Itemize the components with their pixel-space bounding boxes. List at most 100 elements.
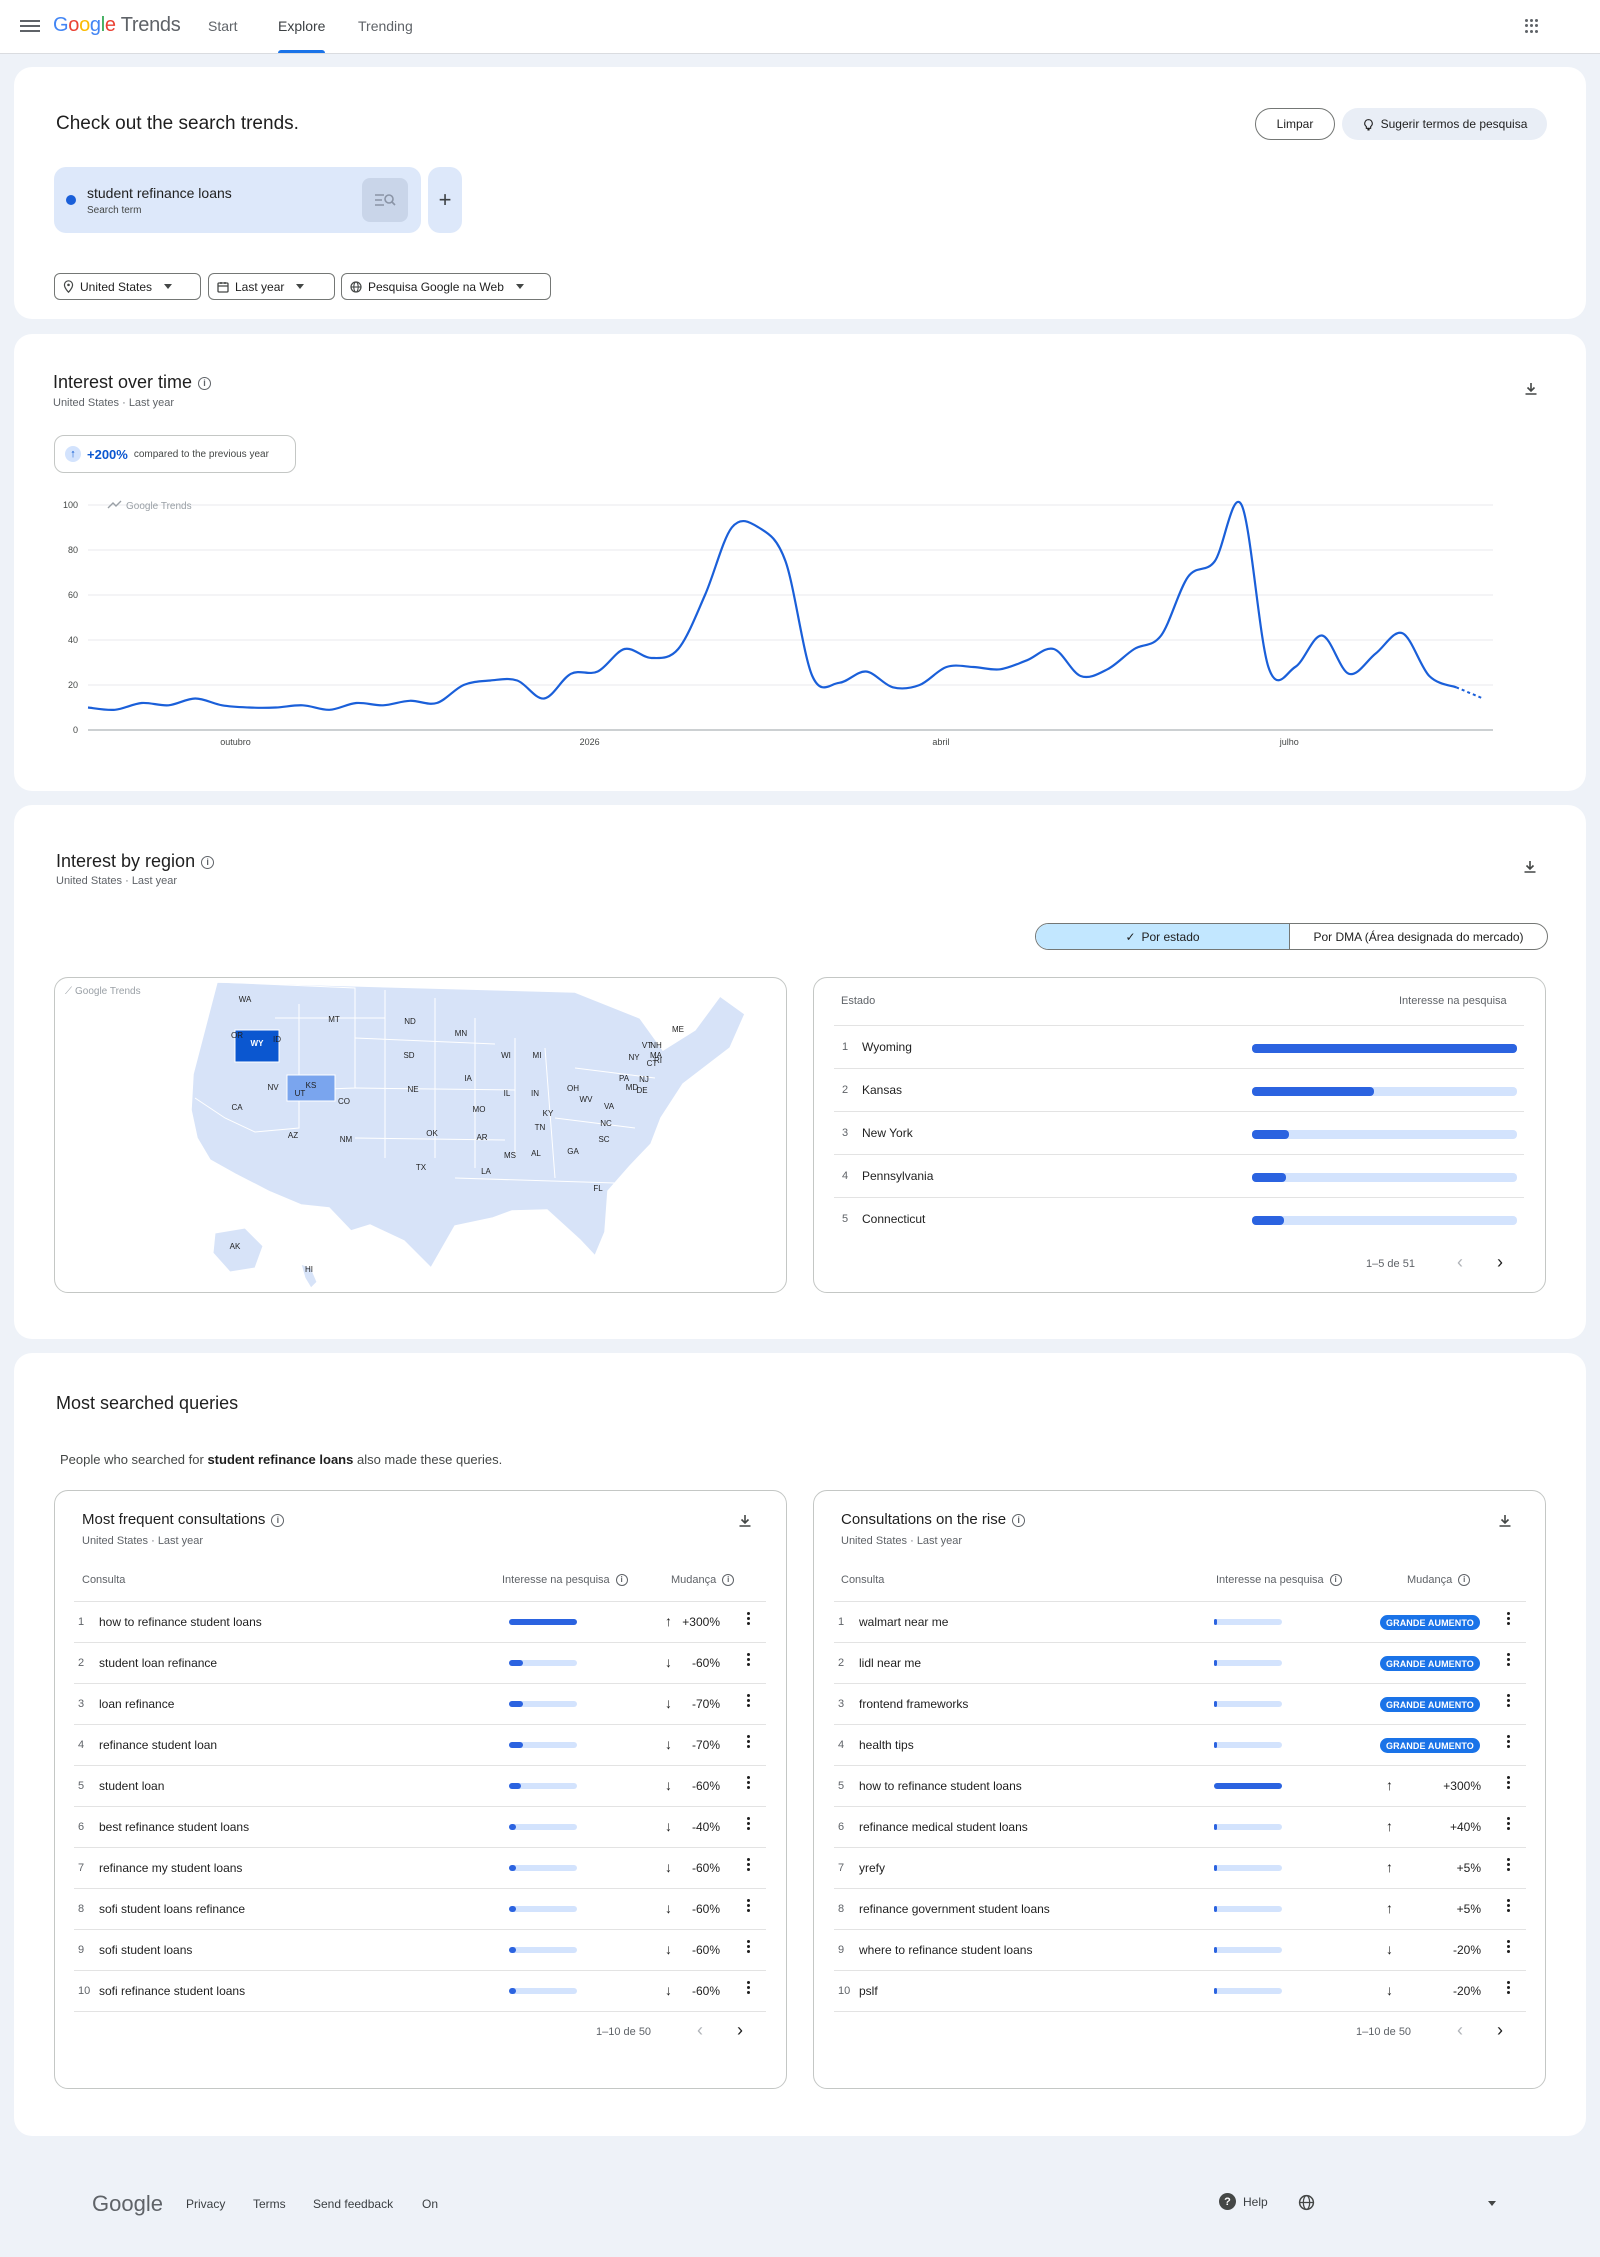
query-row[interactable]: 2 student loan refinance ↓ -60% (74, 1643, 766, 1684)
query-row[interactable]: 8 sofi student loans refinance ↓ -60% (74, 1889, 766, 1930)
more-vert-icon[interactable] (747, 1981, 751, 1994)
map-state-label: AR (476, 1133, 487, 1142)
map-state-label: FL (593, 1184, 603, 1193)
query-row[interactable]: 7 yrefy ↑ +5% (834, 1848, 1526, 1889)
interest-over-time-chart[interactable]: 0 20 40 60 80 100 Google Trends outubro 2026 abri… (40, 490, 1510, 750)
download-icon[interactable] (1523, 381, 1539, 397)
more-vert-icon[interactable] (747, 1940, 751, 1953)
rising-queries-title: Consultations on the rise i (841, 1511, 1026, 1528)
tab-explore[interactable]: Explore (278, 18, 325, 34)
google-trends-logo[interactable]: Google Trends (53, 14, 181, 37)
suggest-terms-button[interactable]: Sugerir termos de pesquisa (1342, 108, 1547, 140)
info-icon[interactable]: i (271, 1513, 285, 1527)
tab-start[interactable]: Start (208, 18, 238, 34)
info-icon[interactable]: i (1458, 1574, 1471, 1587)
region-rank: 4 (842, 1170, 849, 1182)
more-vert-icon[interactable] (1507, 1612, 1511, 1625)
tab-trending[interactable]: Trending (358, 18, 413, 34)
info-icon[interactable]: i (198, 376, 212, 390)
more-vert-icon[interactable] (1507, 1981, 1511, 1994)
edit-term-icon[interactable] (362, 178, 408, 222)
more-vert-icon[interactable] (1507, 1858, 1511, 1871)
query-row[interactable]: 9 sofi student loans ↓ -60% (74, 1930, 766, 1971)
map-state-label: MS (504, 1151, 516, 1160)
next-page-icon[interactable]: › (1497, 1252, 1503, 1273)
footer-privacy-link[interactable]: Privacy (186, 2197, 225, 2211)
more-vert-icon[interactable] (1507, 1899, 1511, 1912)
more-vert-icon[interactable] (747, 1817, 751, 1830)
footer-terms-link[interactable]: Terms (253, 2197, 286, 2211)
more-vert-icon[interactable] (1507, 1735, 1511, 1748)
region-row[interactable]: 4 Pennsylvania (834, 1154, 1524, 1197)
apps-grid-icon[interactable] (1525, 19, 1539, 33)
more-vert-icon[interactable] (747, 1899, 751, 1912)
more-vert-icon[interactable] (1507, 1776, 1511, 1789)
query-row[interactable]: 3 loan refinance ↓ -70% (74, 1684, 766, 1725)
query-row[interactable]: 3 frontend frameworks GRANDE AUMENTO (834, 1684, 1526, 1725)
more-vert-icon[interactable] (1507, 1817, 1511, 1830)
map-state-label: LA (481, 1167, 491, 1176)
footer-help-link[interactable]: ? Help (1219, 2193, 1268, 2210)
more-vert-icon[interactable] (747, 1858, 751, 1871)
query-row[interactable]: 10 pslf ↓ -20% (834, 1971, 1526, 2012)
series-line[interactable] (87, 500, 1457, 712)
more-vert-icon[interactable] (1507, 1694, 1511, 1707)
query-change: -60% (691, 1861, 720, 1875)
query-row[interactable]: 5 student loan ↓ -60% (74, 1766, 766, 1807)
prev-page-icon[interactable]: ‹ (1457, 2020, 1463, 2041)
next-page-icon[interactable]: › (737, 2020, 743, 2041)
prev-page-icon[interactable]: ‹ (697, 2020, 703, 2041)
toggle-by-dma[interactable]: Por DMA (Área designada do mercado) (1290, 924, 1547, 949)
next-page-icon[interactable]: › (1497, 2020, 1503, 2041)
search-type-filter[interactable]: Pesquisa Google na Web (341, 273, 551, 300)
query-row[interactable]: 7 refinance my student loans ↓ -60% (74, 1848, 766, 1889)
query-row[interactable]: 1 how to refinance student loans ↑ +300% (74, 1602, 766, 1643)
footer-on-link[interactable]: On (422, 2197, 438, 2211)
toggle-by-state[interactable]: ✓ Por estado (1036, 924, 1290, 949)
us-map[interactable]: WA OR CA ID NV MT WY UT AZ CO NM ND SD NE KS OK TX MN IA MO… (55, 978, 786, 1292)
more-vert-icon[interactable] (747, 1612, 751, 1625)
menu-icon[interactable] (20, 17, 40, 37)
language-dropdown-icon[interactable] (1488, 2201, 1496, 2206)
more-vert-icon[interactable] (747, 1776, 751, 1789)
download-icon[interactable] (1497, 1513, 1513, 1529)
location-filter[interactable]: United States (54, 273, 201, 300)
arrow-down-icon: ↓ (665, 1982, 672, 1998)
more-vert-icon[interactable] (747, 1735, 751, 1748)
query-row[interactable]: 10 sofi refinance student loans ↓ -60% (74, 1971, 766, 2012)
search-term-chip[interactable]: student refinance loans Search term (54, 167, 421, 233)
download-icon[interactable] (1522, 859, 1538, 875)
query-row[interactable]: 5 how to refinance student loans ↑ +300% (834, 1766, 1526, 1807)
region-row[interactable]: 5 Connecticut (834, 1197, 1524, 1240)
clear-button[interactable]: Limpar (1255, 108, 1335, 140)
query-row[interactable]: 6 refinance medical student loans ↑ +40% (834, 1807, 1526, 1848)
add-term-button[interactable]: + (428, 167, 462, 233)
info-icon[interactable]: i (1012, 1513, 1026, 1527)
query-row[interactable]: 1 walmart near me GRANDE AUMENTO (834, 1602, 1526, 1643)
query-row[interactable]: 9 where to refinance student loans ↓ -20% (834, 1930, 1526, 1971)
time-filter[interactable]: Last year (208, 273, 335, 300)
language-globe-icon[interactable] (1298, 2194, 1315, 2211)
footer-feedback-link[interactable]: Send feedback (313, 2197, 393, 2211)
info-icon[interactable]: i (1329, 1574, 1342, 1587)
info-icon[interactable]: i (615, 1574, 628, 1587)
query-row[interactable]: 4 refinance student loan ↓ -70% (74, 1725, 766, 1766)
more-vert-icon[interactable] (1507, 1940, 1511, 1953)
more-vert-icon[interactable] (747, 1653, 751, 1666)
info-icon[interactable]: i (722, 1574, 735, 1587)
more-vert-icon[interactable] (1507, 1653, 1511, 1666)
query-row[interactable]: 4 health tips GRANDE AUMENTO (834, 1725, 1526, 1766)
prev-page-icon[interactable]: ‹ (1457, 1252, 1463, 1273)
region-row[interactable]: 1 Wyoming (834, 1025, 1524, 1068)
query-row[interactable]: 2 lidl near me GRANDE AUMENTO (834, 1643, 1526, 1684)
more-vert-icon[interactable] (747, 1694, 751, 1707)
region-row[interactable]: 2 Kansas (834, 1068, 1524, 1111)
query-row[interactable]: 6 best refinance student loans ↓ -40% (74, 1807, 766, 1848)
query-row[interactable]: 8 refinance government student loans ↑ +5% (834, 1889, 1526, 1930)
top-bar: Google Trends Start Explore Trending (0, 0, 1600, 54)
download-icon[interactable] (737, 1513, 753, 1529)
region-row[interactable]: 3 New York (834, 1111, 1524, 1154)
x-tick-label: abril (932, 737, 949, 747)
footer-google-logo[interactable]: Google (92, 2191, 163, 2217)
info-icon[interactable]: i (201, 855, 215, 869)
